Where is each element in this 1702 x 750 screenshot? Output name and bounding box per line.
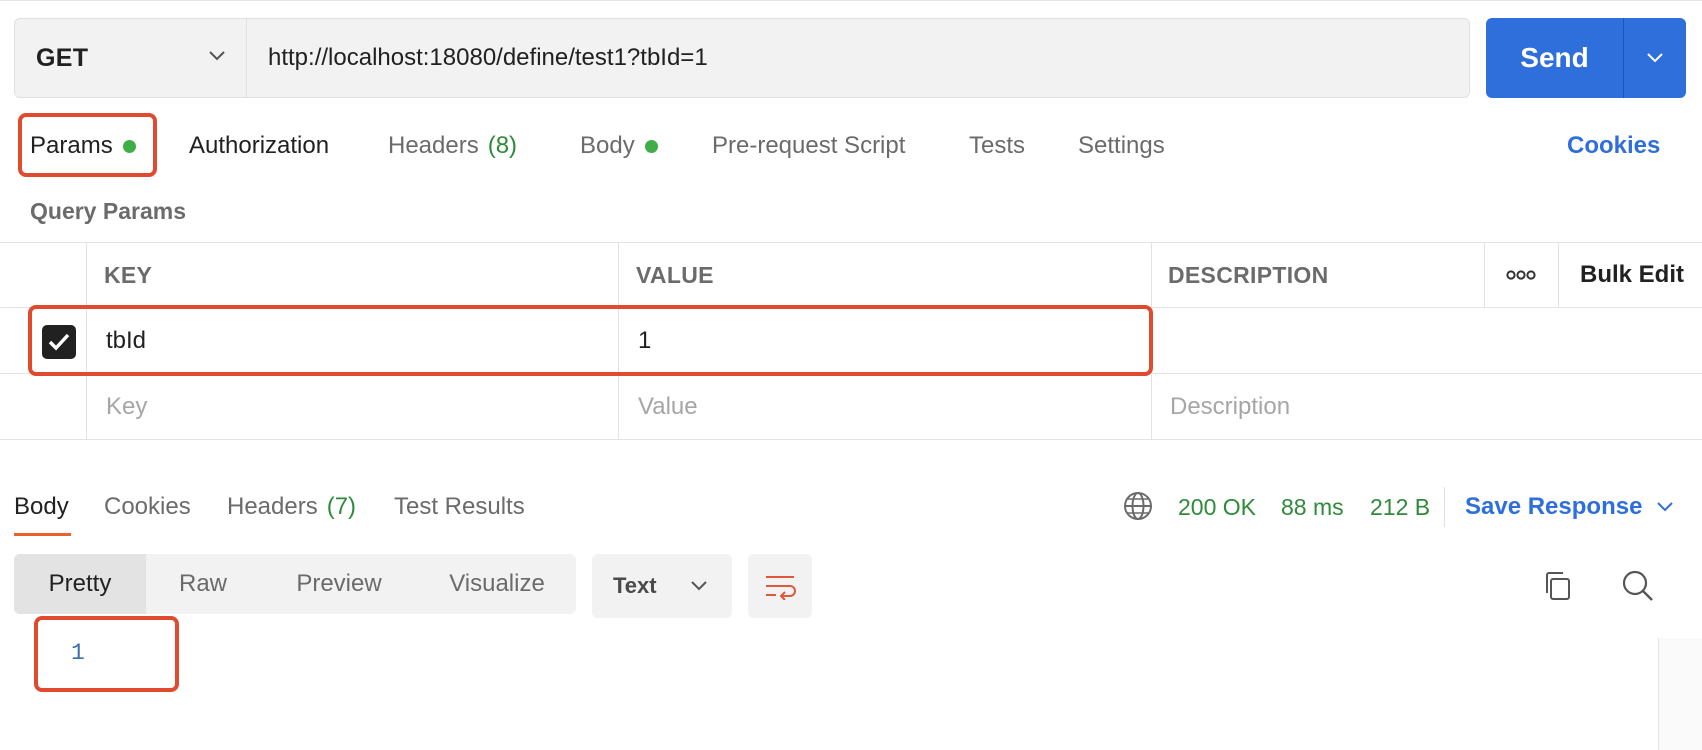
param-enabled-checkbox[interactable] (42, 325, 76, 359)
chevron-down-icon (1647, 53, 1663, 63)
format-select[interactable]: Text (592, 554, 732, 618)
response-line-number: 1 (71, 640, 85, 666)
response-size[interactable]: 212 B (1370, 489, 1430, 525)
url-input[interactable]: http://localhost:18080/define/test1?tbId… (246, 18, 1470, 98)
highlight-response-body (34, 616, 179, 692)
copy-button[interactable] (1538, 566, 1578, 606)
tab-authorization-label: Authorization (189, 132, 330, 159)
param-key-field[interactable]: tbId (106, 308, 146, 373)
resp-tab-headers-label: Headers (227, 493, 318, 520)
tab-pre-request-script[interactable]: Pre-request Script (712, 128, 905, 164)
params-active-dot (122, 139, 136, 153)
resp-tab-body[interactable]: Body (14, 489, 69, 525)
table-header-row: KEY VALUE DESCRIPTION Bulk Edit (0, 242, 1702, 308)
resp-tab-cookies[interactable]: Cookies (104, 489, 191, 525)
chevron-down-icon (209, 51, 225, 61)
column-value: VALUE (636, 261, 714, 288)
tab-authorization[interactable]: Authorization (189, 128, 329, 164)
save-response-button[interactable]: Save Response (1465, 489, 1674, 525)
copy-icon (1546, 572, 1570, 600)
table-row: tbId 1 (0, 308, 1702, 374)
headers-count: (8) (487, 132, 518, 159)
new-key-input[interactable]: Key (106, 374, 147, 439)
chevron-down-icon (1657, 502, 1674, 512)
send-label: Send (1520, 42, 1589, 73)
globe-icon[interactable] (1122, 490, 1154, 522)
active-tab-underline (14, 533, 71, 536)
view-pretty-button[interactable]: Pretty (14, 554, 146, 614)
search-button[interactable] (1618, 566, 1658, 606)
view-raw-button[interactable]: Raw (146, 554, 260, 614)
save-response-label: Save Response (1465, 493, 1643, 520)
status-divider (1444, 487, 1445, 527)
method-select[interactable]: GET (14, 18, 246, 98)
response-view-selector: Pretty Raw Preview Visualize (14, 554, 576, 614)
method-label: GET (36, 43, 89, 72)
tab-settings[interactable]: Settings (1078, 128, 1165, 164)
tab-params-label: Params (30, 132, 113, 159)
tab-tests-label: Tests (969, 132, 1026, 159)
wrap-lines-button[interactable] (748, 554, 812, 618)
param-value-field[interactable]: 1 (638, 308, 651, 373)
resp-tab-headers[interactable]: Headers (7) (227, 489, 356, 525)
tab-params[interactable]: Params (30, 128, 136, 164)
param-description-field[interactable] (1170, 308, 1670, 373)
column-key: KEY (104, 261, 153, 288)
send-button[interactable]: Send (1486, 18, 1623, 98)
response-scrollbar[interactable] (1658, 638, 1702, 750)
format-label: Text (613, 573, 657, 598)
view-preview-button[interactable]: Preview (260, 554, 418, 614)
send-options-button[interactable] (1624, 18, 1686, 98)
tab-body-label: Body (580, 132, 635, 159)
tab-headers[interactable]: Headers (8) (388, 128, 517, 164)
column-description: DESCRIPTION (1168, 261, 1329, 288)
top-divider (0, 0, 1702, 1)
table-row-empty: Key Value Description (0, 374, 1702, 440)
tab-pre-request-label: Pre-request Script (712, 132, 906, 159)
more-options-button[interactable] (1484, 243, 1558, 307)
checkmark-icon (48, 333, 70, 351)
tab-tests[interactable]: Tests (969, 128, 1025, 164)
query-params-title: Query Params (30, 198, 186, 224)
send-button-group: Send (1486, 18, 1686, 98)
view-visualize-button[interactable]: Visualize (418, 554, 576, 614)
body-active-dot (644, 139, 658, 153)
wrap-lines-icon (766, 576, 796, 600)
response-status[interactable]: 200 OK (1178, 489, 1256, 525)
tab-headers-label: Headers (388, 132, 479, 159)
bulk-edit-button[interactable]: Bulk Edit (1580, 243, 1684, 307)
tab-settings-label: Settings (1078, 132, 1165, 159)
new-description-input[interactable]: Description (1170, 374, 1290, 439)
response-time[interactable]: 88 ms (1281, 489, 1344, 525)
cookies-link[interactable]: Cookies (1567, 128, 1660, 164)
resp-tab-test-results[interactable]: Test Results (394, 489, 525, 525)
resp-headers-count: (7) (326, 493, 357, 520)
url-text: http://localhost:18080/define/test1?tbId… (268, 44, 708, 71)
search-icon (1622, 570, 1653, 601)
chevron-down-icon (691, 581, 707, 591)
tab-body[interactable]: Body (580, 128, 658, 164)
new-value-input[interactable]: Value (638, 374, 698, 439)
query-params-table: KEY VALUE DESCRIPTION Bulk Edit tbId 1 K… (0, 242, 1702, 440)
more-horizontal-icon (1506, 270, 1536, 280)
